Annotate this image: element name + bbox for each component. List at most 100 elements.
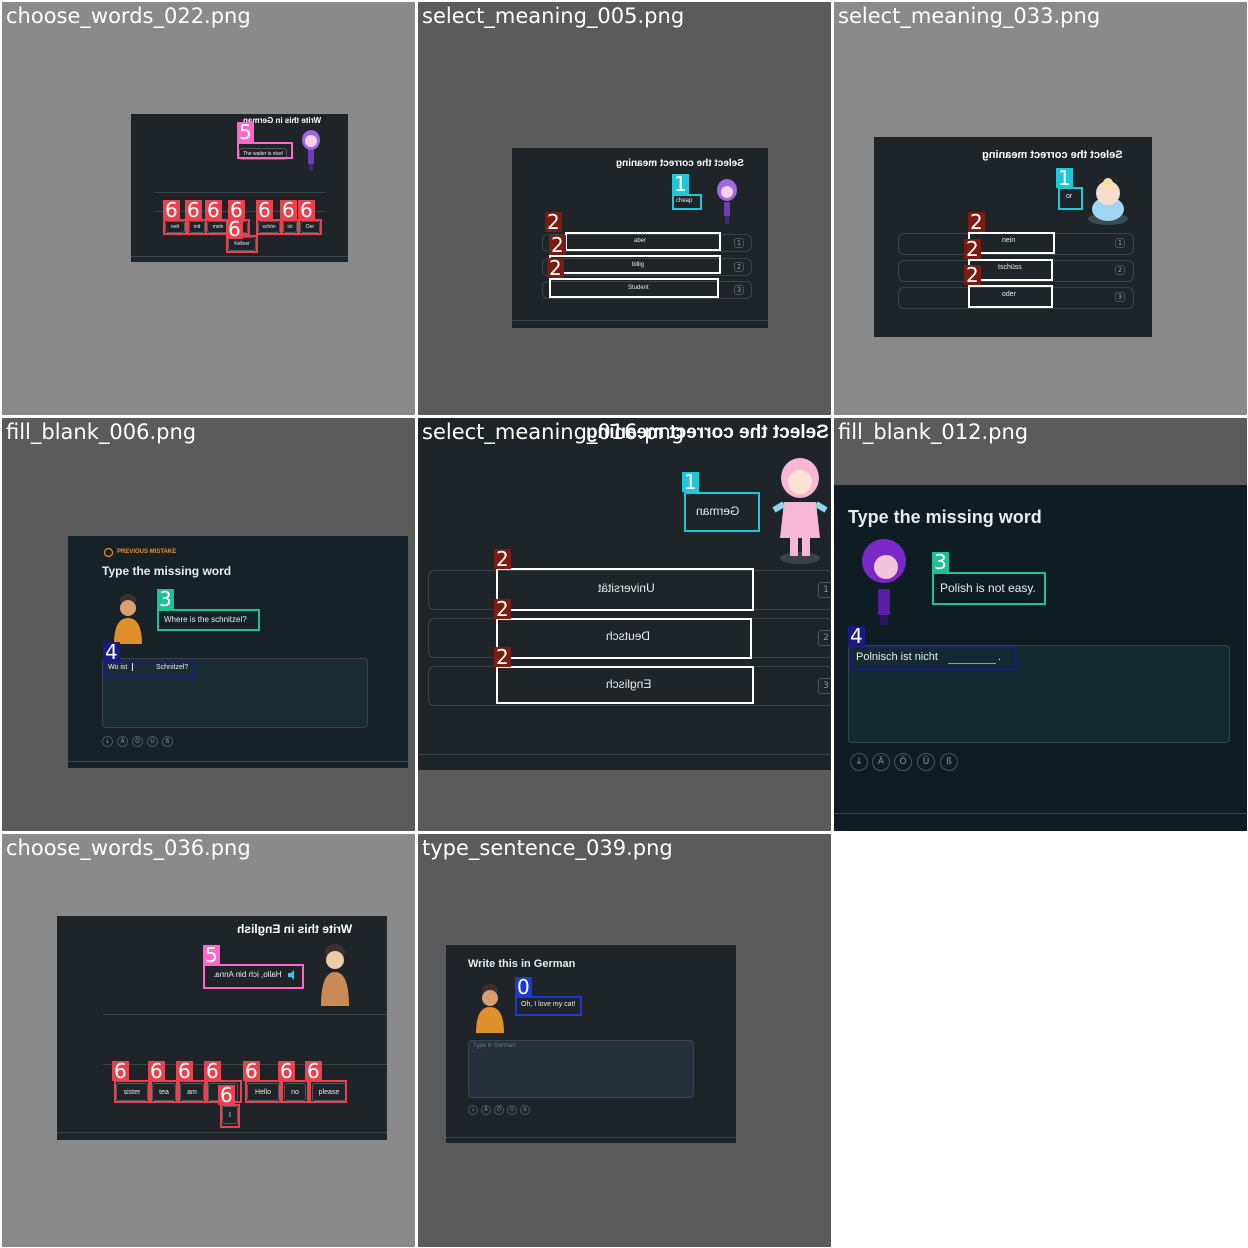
annotation-box-option (549, 255, 721, 274)
annotation-box-option (549, 278, 719, 298)
divider (131, 256, 348, 257)
option-number: 3 (1115, 292, 1125, 302)
annotation-tag: 6 (298, 198, 315, 222)
annotation-tag: 3 (932, 550, 949, 574)
annotation-tag: 2 (494, 597, 511, 621)
key-button[interactable]: ↓ (102, 736, 113, 747)
character-girl-icon (772, 458, 828, 564)
annotation-tag: 1 (682, 470, 699, 494)
annotation-tag: 6 (243, 1059, 260, 1083)
key-button[interactable]: Ö (132, 736, 143, 747)
character-lily-icon (862, 539, 906, 625)
annotation-tag: 4 (103, 640, 120, 664)
annotation-tag: 6 (204, 1059, 221, 1083)
annotation-tag: 3 (157, 587, 174, 611)
annotation-box-bubble (237, 142, 293, 159)
option-number: 2 (734, 262, 744, 272)
tile-fill-blank-006: fill_blank_006.png PREVIOUS MISTAKE Type… (2, 418, 415, 831)
annotation-tag: 6 (226, 217, 243, 241)
key-button[interactable]: Ö (494, 1105, 504, 1115)
character-baby-icon (1088, 178, 1128, 225)
annotation-tag: 6 (305, 1059, 322, 1083)
tile-select-meaning-005: select_meaning_005.png Select the correc… (418, 2, 831, 415)
annotation-box-option (496, 618, 752, 659)
option-number: 1 (734, 238, 744, 248)
exercise-prompt: Type the missing word (848, 507, 1042, 527)
divider (418, 754, 831, 755)
tile-type-sentence-039: type_sentence_039.png Write this in Germ… (418, 834, 831, 1247)
previous-mistake-banner: PREVIOUS MISTAKE (117, 549, 177, 555)
key-button[interactable]: ß (940, 753, 958, 771)
character-oscar-icon (321, 944, 349, 1006)
exercise-prompt: Type the missing word (102, 564, 232, 578)
key-button[interactable]: Ü (507, 1105, 517, 1115)
tile-filename: type_sentence_039.png (422, 836, 673, 860)
annotation-box-option (968, 285, 1053, 308)
tile-choose-words-036: choose_words_036.png Write this in Engli… (2, 834, 415, 1247)
tile-filename: select_meaning_005.png (422, 4, 685, 28)
option-number: 3 (734, 285, 744, 295)
character-grandma-icon (114, 594, 142, 644)
annotation-box-bubble (1058, 187, 1083, 210)
tile-filename: choose_words_022.png (6, 4, 251, 28)
key-button[interactable]: ß (520, 1105, 530, 1115)
key-button[interactable]: ↓ (468, 1105, 478, 1115)
annotation-box-bubble (157, 609, 260, 631)
annotation-tag: 2 (545, 210, 562, 234)
exercise-prompt: Write this in English (237, 922, 353, 936)
key-button[interactable]: Ä (481, 1105, 491, 1115)
annotation-box-chip (245, 1080, 281, 1103)
annotation-box-option (968, 232, 1055, 254)
annotation-tag: 6 (163, 198, 180, 222)
key-button[interactable]: Ü (147, 736, 158, 747)
annotation-tag: 2 (549, 233, 566, 257)
key-button[interactable]: Ä (872, 753, 890, 771)
annotation-tag: 2 (968, 210, 985, 234)
annotation-tag: 1 (672, 172, 689, 196)
tile-filename: fill_blank_012.png (838, 420, 1029, 444)
tile-filename: select_meaning_016.png (422, 420, 685, 444)
annotation-tag: 1 (1056, 166, 1073, 190)
option-number: 2 (1115, 265, 1125, 275)
annotation-tag: 5 (203, 943, 220, 967)
annotation-box-chip (220, 1104, 240, 1128)
option-number: 1 (1115, 238, 1125, 248)
annotation-box-sentence (850, 646, 1016, 670)
tile-choose-words-022: choose_words_022.png Write this in Germa… (2, 2, 415, 415)
answer-textarea[interactable] (468, 1040, 694, 1098)
divider (57, 1132, 387, 1133)
key-button[interactable]: Ö (894, 753, 912, 771)
annotation-box-bubble (672, 194, 702, 210)
key-button[interactable]: ß (162, 736, 173, 747)
annotation-tag: 6 (218, 1083, 235, 1107)
warning-icon (103, 547, 114, 558)
tile-select-meaning-033: select_meaning_033.png Select the correc… (834, 2, 1247, 415)
exercise-prompt: Select the correct meaning (616, 158, 744, 169)
character-grandma-icon (476, 984, 504, 1033)
key-button[interactable]: ↓ (850, 753, 868, 771)
key-button[interactable]: Ä (117, 736, 128, 747)
annotation-box-option (496, 666, 754, 704)
divider (155, 192, 325, 193)
annotation-tag: 0 (515, 975, 532, 999)
annotation-tag: 2 (964, 263, 981, 287)
option-number: 3 (818, 678, 831, 694)
annotation-tag: 2 (494, 547, 511, 571)
exercise-prompt: Select the correct meaning (982, 149, 1123, 161)
annotation-box-option (496, 568, 754, 611)
tile-fill-blank-012: fill_blank_012.png Type the missing word… (834, 418, 1247, 831)
divider (446, 1137, 736, 1138)
annotation-box-chip (114, 1080, 150, 1103)
annotation-tag: 6 (256, 198, 273, 222)
tile-select-meaning-016: Select the correct meaning 1 2 3 German … (418, 418, 831, 831)
key-button[interactable]: Ü (917, 753, 935, 771)
annotation-tag: 6 (280, 198, 297, 222)
annotation-box-chip (178, 1080, 206, 1103)
option-number: 2 (818, 630, 831, 646)
tile-filename: choose_words_036.png (6, 836, 251, 860)
character-lily-icon (717, 179, 737, 224)
annotation-tag: 2 (494, 645, 511, 669)
annotation-tag: 6 (185, 198, 202, 222)
divider (512, 320, 768, 321)
annotation-tag: 6 (278, 1059, 295, 1083)
